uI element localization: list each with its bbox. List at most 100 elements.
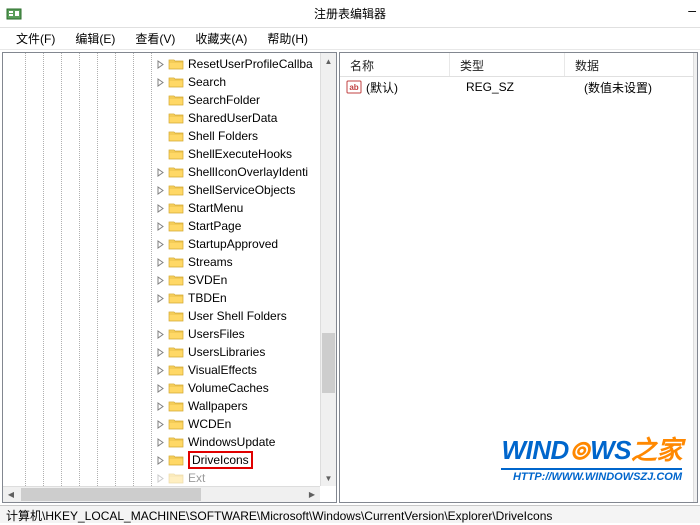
expander-icon[interactable]: [155, 257, 165, 267]
folder-icon: [168, 309, 184, 323]
tree-item[interactable]: VolumeCaches: [155, 379, 313, 397]
expander-icon[interactable]: [155, 455, 165, 465]
tree-item[interactable]: ShellIconOverlayIdenti: [155, 163, 313, 181]
expander-icon[interactable]: [155, 203, 165, 213]
content-area: ResetUserProfileCallbaSearchSearchFolder…: [0, 50, 700, 505]
scroll-down-arrow[interactable]: ▼: [321, 470, 336, 486]
tree-item[interactable]: SharedUserData: [155, 109, 313, 127]
expander-icon[interactable]: [155, 77, 165, 87]
minimize-button[interactable]: –: [688, 2, 696, 18]
tree-item[interactable]: ShellExecuteHooks: [155, 145, 313, 163]
tree-item[interactable]: Ext: [155, 469, 313, 486]
expander-icon[interactable]: [155, 473, 165, 483]
tree-item-label: WindowsUpdate: [188, 435, 275, 449]
tree-item[interactable]: Shell Folders: [155, 127, 313, 145]
folder-icon: [168, 165, 184, 179]
tree-item[interactable]: ResetUserProfileCallba: [155, 55, 313, 73]
tree-item-label: Streams: [188, 255, 233, 269]
tree-item[interactable]: StartMenu: [155, 199, 313, 217]
scroll-up-arrow[interactable]: ▲: [321, 53, 336, 69]
expander-icon[interactable]: [155, 59, 165, 69]
tree-item-label: VolumeCaches: [188, 381, 269, 395]
menubar: 文件(F) 编辑(E) 查看(V) 收藏夹(A) 帮助(H): [0, 28, 700, 50]
folder-icon: [168, 129, 184, 143]
tree-item-label: UsersLibraries: [188, 345, 265, 359]
expander-icon[interactable]: [155, 293, 165, 303]
tree-item[interactable]: WindowsUpdate: [155, 433, 313, 451]
folder-icon: [168, 75, 184, 89]
folder-icon: [168, 237, 184, 251]
svg-text:ab: ab: [349, 83, 358, 92]
expander-icon[interactable]: [155, 185, 165, 195]
folder-icon: [168, 147, 184, 161]
scroll-right-arrow[interactable]: ▶: [304, 487, 320, 502]
menu-file[interactable]: 文件(F): [8, 28, 63, 49]
tree-item[interactable]: UsersFiles: [155, 325, 313, 343]
string-value-icon: ab: [346, 79, 362, 95]
tree-item[interactable]: WCDEn: [155, 415, 313, 433]
folder-icon: [168, 381, 184, 395]
tree-item-label: Wallpapers: [188, 399, 248, 413]
tree-scrollbar-horizontal[interactable]: ◀ ▶: [3, 486, 320, 502]
tree-item-label: UsersFiles: [188, 327, 245, 341]
expander-icon[interactable]: [155, 347, 165, 357]
folder-icon: [168, 93, 184, 107]
folder-icon: [168, 399, 184, 413]
tree-scroll[interactable]: ResetUserProfileCallbaSearchSearchFolder…: [3, 53, 320, 486]
tree-item[interactable]: SearchFolder: [155, 91, 313, 109]
expander-icon: [155, 113, 165, 123]
tree-item-label: SVDEn: [188, 273, 227, 287]
folder-icon: [168, 363, 184, 377]
column-name[interactable]: 名称: [340, 53, 450, 76]
folder-icon: [168, 57, 184, 71]
menu-edit[interactable]: 编辑(E): [67, 28, 123, 49]
tree-item-label: VisualEffects: [188, 363, 257, 377]
expander-icon[interactable]: [155, 419, 165, 429]
tree-item[interactable]: StartupApproved: [155, 235, 313, 253]
tree-scrollbar-vertical[interactable]: ▲ ▼: [320, 53, 336, 486]
tree-item[interactable]: User Shell Folders: [155, 307, 313, 325]
tree-item[interactable]: Search: [155, 73, 313, 91]
expander-icon[interactable]: [155, 365, 165, 375]
tree-item[interactable]: StartPage: [155, 217, 313, 235]
expander-icon[interactable]: [155, 239, 165, 249]
expander-icon[interactable]: [155, 437, 165, 447]
expander-icon[interactable]: [155, 167, 165, 177]
value-name: (默认): [366, 79, 466, 96]
folder-icon: [168, 471, 184, 485]
expander-icon[interactable]: [155, 221, 165, 231]
tree-item-label: ShellIconOverlayIdenti: [188, 165, 308, 179]
menu-favorites[interactable]: 收藏夹(A): [187, 28, 255, 49]
tree-item[interactable]: ShellServiceObjects: [155, 181, 313, 199]
column-data[interactable]: 数据: [565, 53, 697, 76]
column-type[interactable]: 类型: [450, 53, 565, 76]
folder-icon: [168, 453, 184, 467]
value-data: (数值未设置): [584, 79, 652, 96]
tree-item-label: TBDEn: [188, 291, 227, 305]
tree-item[interactable]: Wallpapers: [155, 397, 313, 415]
expander-icon[interactable]: [155, 329, 165, 339]
scroll-thumb-v[interactable]: [322, 333, 335, 393]
tree-item[interactable]: SVDEn: [155, 271, 313, 289]
folder-icon: [168, 291, 184, 305]
folder-icon: [168, 255, 184, 269]
list-row[interactable]: ab (默认) REG_SZ (数值未设置): [340, 77, 697, 97]
tree-item[interactable]: DriveIcons: [155, 451, 313, 469]
tree-item[interactable]: VisualEffects: [155, 361, 313, 379]
tree-item[interactable]: Streams: [155, 253, 313, 271]
scroll-left-arrow[interactable]: ◀: [3, 487, 19, 502]
menu-view[interactable]: 查看(V): [127, 28, 183, 49]
value-type: REG_SZ: [466, 80, 584, 94]
folder-icon: [168, 111, 184, 125]
tree-item-label: StartMenu: [188, 201, 243, 215]
expander-icon: [155, 131, 165, 141]
expander-icon[interactable]: [155, 383, 165, 393]
folder-icon: [168, 201, 184, 215]
expander-icon[interactable]: [155, 275, 165, 285]
tree-item[interactable]: UsersLibraries: [155, 343, 313, 361]
expander-icon[interactable]: [155, 401, 165, 411]
scroll-thumb-h[interactable]: [21, 488, 201, 501]
menu-help[interactable]: 帮助(H): [259, 28, 316, 49]
regedit-icon: [6, 6, 22, 22]
tree-item[interactable]: TBDEn: [155, 289, 313, 307]
